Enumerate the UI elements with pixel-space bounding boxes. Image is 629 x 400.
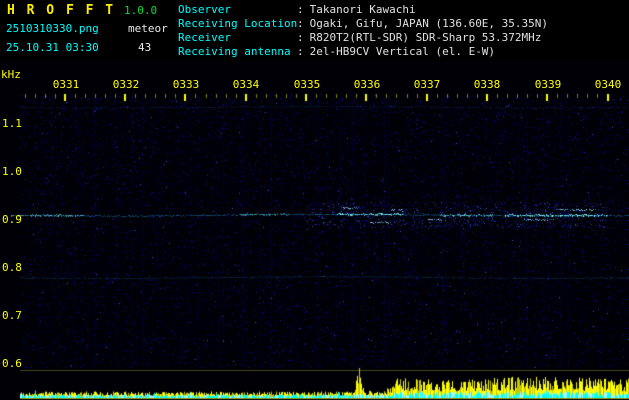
spectrogram-canvas <box>0 62 629 400</box>
info-value: R820T2(RTL-SDR) SDR-Sharp 53.372MHz <box>309 31 542 44</box>
freq-tick-label: 0.8 <box>2 261 22 274</box>
time-tick-label: 0331 <box>52 78 80 91</box>
info-colon: : <box>297 17 304 30</box>
info-label: Receiver <box>178 31 231 44</box>
freq-tick-label: 0.6 <box>2 357 22 370</box>
time-tick-label: 0338 <box>473 78 501 91</box>
timestamp: 25.10.31 03:30 <box>6 41 99 54</box>
frequency-unit-label: kHz <box>1 68 21 81</box>
time-tick-label: 0339 <box>534 78 562 91</box>
freq-tick-label: 0.7 <box>2 309 22 322</box>
info-colon: : <box>297 3 304 16</box>
info-row-antenna: Receiving antenna:2el-HB9CV Vertical (el… <box>178 45 548 59</box>
info-label: Receiving antenna <box>178 45 291 58</box>
info-row-location: Receiving Location: Ogaki, Gifu, JAPAN (1… <box>178 17 548 31</box>
info-value: Ogaki, Gifu, JAPAN (136.60E, 35.35N) <box>309 17 549 30</box>
time-tick-label: 0333 <box>172 78 200 91</box>
app-title: H R O F F T <box>7 3 116 18</box>
info-row-observer: Observer: Takanori Kawachi <box>178 3 548 17</box>
info-colon: : <box>297 31 304 44</box>
time-tick-label: 0336 <box>353 78 381 91</box>
output-filename: 2510310330.png <box>6 22 99 35</box>
info-label: Observer <box>178 3 231 16</box>
time-tick-label: 0332 <box>112 78 140 91</box>
hrofft-window: H R O F F T 1.0.0 2510310330.png meteor … <box>0 0 629 400</box>
time-tick-label: 0337 <box>413 78 441 91</box>
time-tick-label: 0335 <box>293 78 321 91</box>
freq-tick-label: 1.0 <box>2 165 22 178</box>
mode-label: meteor <box>128 22 168 35</box>
app-version: 1.0.0 <box>124 4 158 17</box>
info-panel: Observer: Takanori Kawachi Receiving Loca… <box>178 3 548 59</box>
info-value: 2el-HB9CV Vertical (el. E-W) <box>309 45 496 58</box>
freq-tick-label: 1.1 <box>2 117 22 130</box>
echo-count: 43 <box>138 41 152 54</box>
time-tick-label: 0340 <box>594 78 622 91</box>
info-colon: : <box>297 45 304 58</box>
info-row-receiver: Receiver: R820T2(RTL-SDR) SDR-Sharp 53.37… <box>178 31 548 45</box>
info-value: Takanori Kawachi <box>309 3 416 16</box>
time-tick-label: 0334 <box>232 78 260 91</box>
info-label: Receiving Location <box>178 17 298 30</box>
freq-tick-label: 0.9 <box>2 213 22 226</box>
